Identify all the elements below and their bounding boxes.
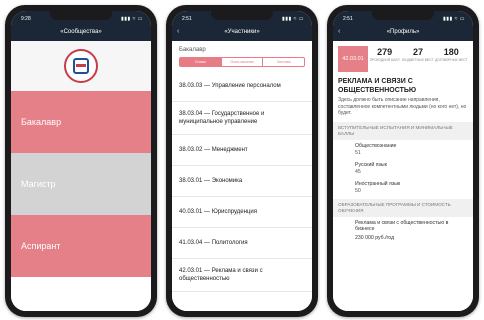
exam-item: Русский язык 45	[333, 159, 473, 178]
stat-label: ДОГОВОРНЫХ МЕСТ	[435, 58, 468, 62]
program-item[interactable]: 38.03.03 — Управление персоналом	[172, 71, 312, 102]
exam-subject: Русский язык	[355, 161, 387, 168]
stat-contract-places: 180 ДОГОВОРНЫХ МЕСТ	[435, 46, 468, 72]
level-bachelor-button[interactable]: Бакалавр	[11, 91, 151, 153]
stat-label: БЮДЖЕТНЫХ МЕСТ	[402, 58, 434, 62]
phone-participants: 2:51 ▮▮▮ ≈ ▭ ‹ «Участники» Бакалавр Очна…	[166, 5, 318, 317]
section-label: Бакалавр	[179, 47, 206, 53]
stat-label: ПРОХОДНОЙ БАЛЛ	[369, 58, 400, 62]
program-item[interactable]: 38.03.02 — Менеджмент	[172, 135, 312, 166]
program-item[interactable]: 41.03.04 — Политология	[172, 228, 312, 259]
programs-section-header: ОБРАЗОВАТЕЛЬНЫЕ ПРОГРАММЫ И СТОИМОСТЬ ОБ…	[333, 198, 473, 217]
status-time: 2:51	[182, 16, 192, 22]
status-time: 2:51	[343, 16, 353, 22]
education-program-name: Реклама и связи с общественностью в бизн…	[355, 219, 449, 233]
program-item[interactable]: 40.03.01 — Юриспруденция	[172, 197, 312, 228]
program-code-badge: 42.03.01	[338, 46, 368, 72]
logo-area	[11, 41, 151, 91]
navbar: «Сообщества»	[11, 25, 151, 41]
content: Бакалавр Магистр Аспирант	[11, 41, 151, 311]
exam-score: 50	[355, 187, 361, 194]
level-master-button[interactable]: Магистр	[11, 153, 151, 215]
stat-passing-score: 279 ПРОХОДНОЙ БАЛЛ	[368, 46, 401, 72]
program-list: 38.03.03 — Управление персоналом 38.03.0…	[172, 71, 312, 292]
device-notch	[211, 11, 273, 20]
level-label: Аспирант	[21, 241, 61, 251]
content: Бакалавр Очная Очно-заочная Заочная 38.0…	[172, 41, 312, 311]
app-showcase: 9:28 ▮▮▮ ≈ ▭ «Сообщества» Бакалавр Магис…	[0, 0, 484, 320]
status-icons: ▮▮▮ ≈ ▭	[442, 16, 465, 22]
study-form-segmented-control: Очная Очно-заочная Заочная	[179, 57, 305, 67]
exams-section-header: ВСТУПИТЕЛЬНЫЕ ИСПЫТАНИЯ И МИНИМАЛЬНЫЕ БА…	[333, 121, 473, 140]
nav-title: «Профиль»	[386, 29, 420, 35]
exam-item: Обществознание 51	[333, 140, 473, 159]
stat-value: 279	[377, 47, 393, 57]
exam-score: 45	[355, 168, 361, 175]
screen-profile: 2:51 ▮▮▮ ≈ ▭ ‹ «Профиль» 42.03.01 279 ПР…	[333, 11, 473, 311]
device-notch	[50, 11, 112, 20]
logo-stripe	[76, 64, 86, 67]
phone-profile: 2:51 ▮▮▮ ≈ ▭ ‹ «Профиль» 42.03.01 279 ПР…	[327, 5, 479, 317]
status-icons: ▮▮▮ ≈ ▭	[120, 16, 143, 22]
navbar: ‹ «Профиль»	[333, 25, 473, 41]
screen-communities: 9:28 ▮▮▮ ≈ ▭ «Сообщества» Бакалавр Магис…	[11, 11, 151, 311]
profile-description: Здесь должно быть описание направления, …	[338, 97, 467, 116]
level-postgraduate-button[interactable]: Аспирант	[11, 215, 151, 277]
status-time: 9:28	[21, 16, 31, 22]
nav-title: «Участники»	[224, 29, 260, 35]
university-logo	[64, 49, 98, 83]
exam-item: Иностранный язык 50	[333, 178, 473, 197]
education-program-item[interactable]: Реклама и связи с общественностью в бизн…	[333, 217, 473, 244]
profile-title: РЕКЛАМА И СВЯЗИ С ОБЩЕСТВЕННОСТЬЮ	[338, 78, 417, 94]
segment-full-time[interactable]: Очная	[180, 58, 222, 66]
level-label: Магистр	[21, 179, 56, 189]
nav-title: «Сообщества»	[60, 29, 102, 35]
program-item[interactable]: 38.03.01 — Экономика	[172, 166, 312, 197]
phone-communities: 9:28 ▮▮▮ ≈ ▭ «Сообщества» Бакалавр Магис…	[5, 5, 157, 317]
stat-value: 27	[412, 47, 423, 57]
screen-participants: 2:51 ▮▮▮ ≈ ▭ ‹ «Участники» Бакалавр Очна…	[172, 11, 312, 311]
exam-subject: Обществознание	[355, 142, 397, 149]
stat-value: 180	[443, 47, 459, 57]
education-program-price: 230 000 руб./год	[355, 234, 395, 241]
stat-budget-places: 27 БЮДЖЕТНЫХ МЕСТ	[401, 46, 434, 72]
program-item[interactable]: 38.03.04 — Государственное и муниципальн…	[172, 102, 312, 135]
segment-extramural[interactable]: Заочная	[263, 58, 304, 66]
exam-score: 51	[355, 149, 361, 156]
exam-subject: Иностранный язык	[355, 180, 401, 187]
level-label: Бакалавр	[21, 117, 62, 127]
content: 42.03.01 279 ПРОХОДНОЙ БАЛЛ 27 БЮДЖЕТНЫХ…	[333, 41, 473, 311]
navbar: ‹ «Участники»	[172, 25, 312, 41]
status-icons: ▮▮▮ ≈ ▭	[281, 16, 304, 22]
segment-part-time[interactable]: Очно-заочная	[222, 58, 264, 66]
stats-row: 42.03.01 279 ПРОХОДНОЙ БАЛЛ 27 БЮДЖЕТНЫХ…	[333, 41, 473, 76]
device-notch	[372, 11, 434, 20]
program-item[interactable]: 42.03.01 — Реклама и связи с общественно…	[172, 259, 312, 292]
